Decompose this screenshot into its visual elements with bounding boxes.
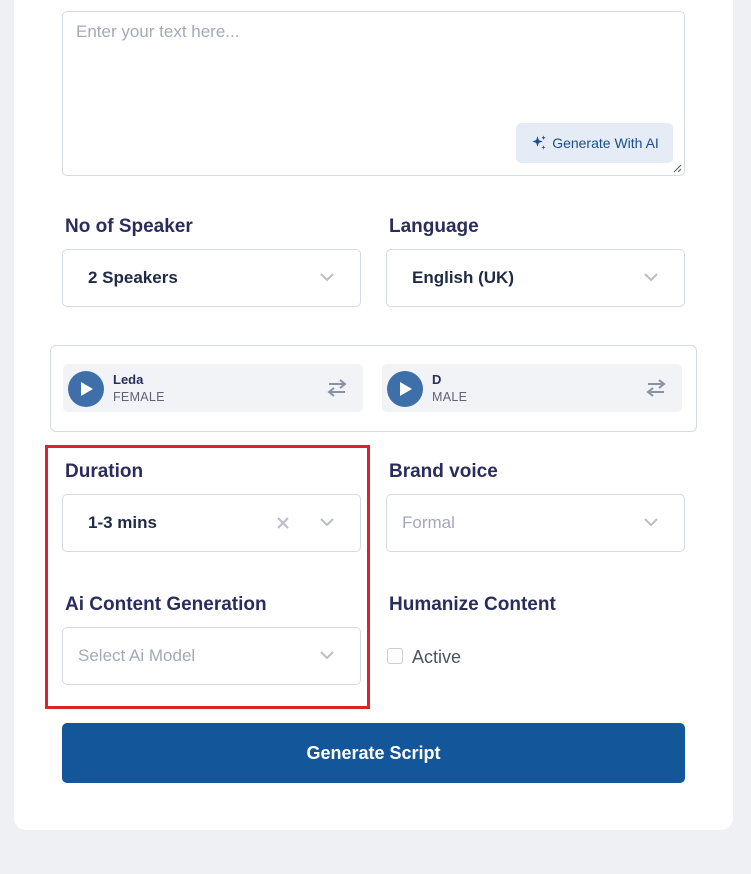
chevron-down-icon	[644, 518, 658, 527]
voice-gender: MALE	[432, 390, 468, 404]
language-select[interactable]: English (UK)	[386, 249, 685, 307]
brand-voice-value: Formal	[402, 513, 455, 532]
generate-with-ai-label: Generate With AI	[552, 135, 659, 151]
brand-voice-label: Brand voice	[389, 461, 498, 482]
swap-icon[interactable]	[646, 379, 666, 397]
voice-name: D	[432, 372, 442, 387]
language-value: English (UK)	[412, 268, 514, 287]
duration-select[interactable]: 1-3 mins	[62, 494, 361, 552]
speaker-count-label: No of Speaker	[65, 216, 193, 237]
play-voice-button[interactable]	[387, 371, 423, 407]
play-icon	[400, 382, 412, 396]
sparkle-icon	[532, 135, 546, 150]
script-text-field[interactable]: Generate With AI	[62, 11, 685, 176]
generate-with-ai-button[interactable]: Generate With AI	[516, 123, 673, 163]
chevron-down-icon	[320, 518, 334, 527]
language-label: Language	[389, 216, 479, 237]
voice-card: D MALE	[382, 364, 682, 412]
voice-list: Leda FEMALE D MALE	[50, 345, 697, 432]
speaker-count-select[interactable]: 2 Speakers	[62, 249, 361, 307]
swap-icon[interactable]	[327, 379, 347, 397]
humanize-label: Humanize Content	[389, 594, 556, 615]
voice-card: Leda FEMALE	[63, 364, 363, 412]
play-voice-button[interactable]	[68, 371, 104, 407]
resize-grip-icon[interactable]	[673, 164, 682, 173]
ai-model-placeholder: Select Ai Model	[78, 646, 196, 665]
duration-value: 1-3 mins	[88, 513, 157, 532]
brand-voice-select[interactable]: Formal	[386, 494, 685, 552]
voice-gender: FEMALE	[113, 390, 165, 404]
play-icon	[81, 382, 93, 396]
clear-icon[interactable]	[276, 516, 290, 530]
humanize-checkbox-label[interactable]: Active	[412, 647, 461, 668]
chevron-down-icon	[320, 651, 334, 660]
chevron-down-icon	[320, 273, 334, 282]
duration-label: Duration	[65, 461, 144, 482]
ai-content-label: Ai Content Generation	[65, 594, 267, 615]
speaker-count-value: 2 Speakers	[88, 268, 178, 287]
ai-model-select[interactable]: Select Ai Model	[62, 627, 361, 685]
humanize-checkbox[interactable]	[387, 648, 403, 664]
voice-name: Leda	[113, 372, 144, 387]
chevron-down-icon	[644, 273, 658, 282]
generate-script-button[interactable]: Generate Script	[62, 723, 685, 783]
